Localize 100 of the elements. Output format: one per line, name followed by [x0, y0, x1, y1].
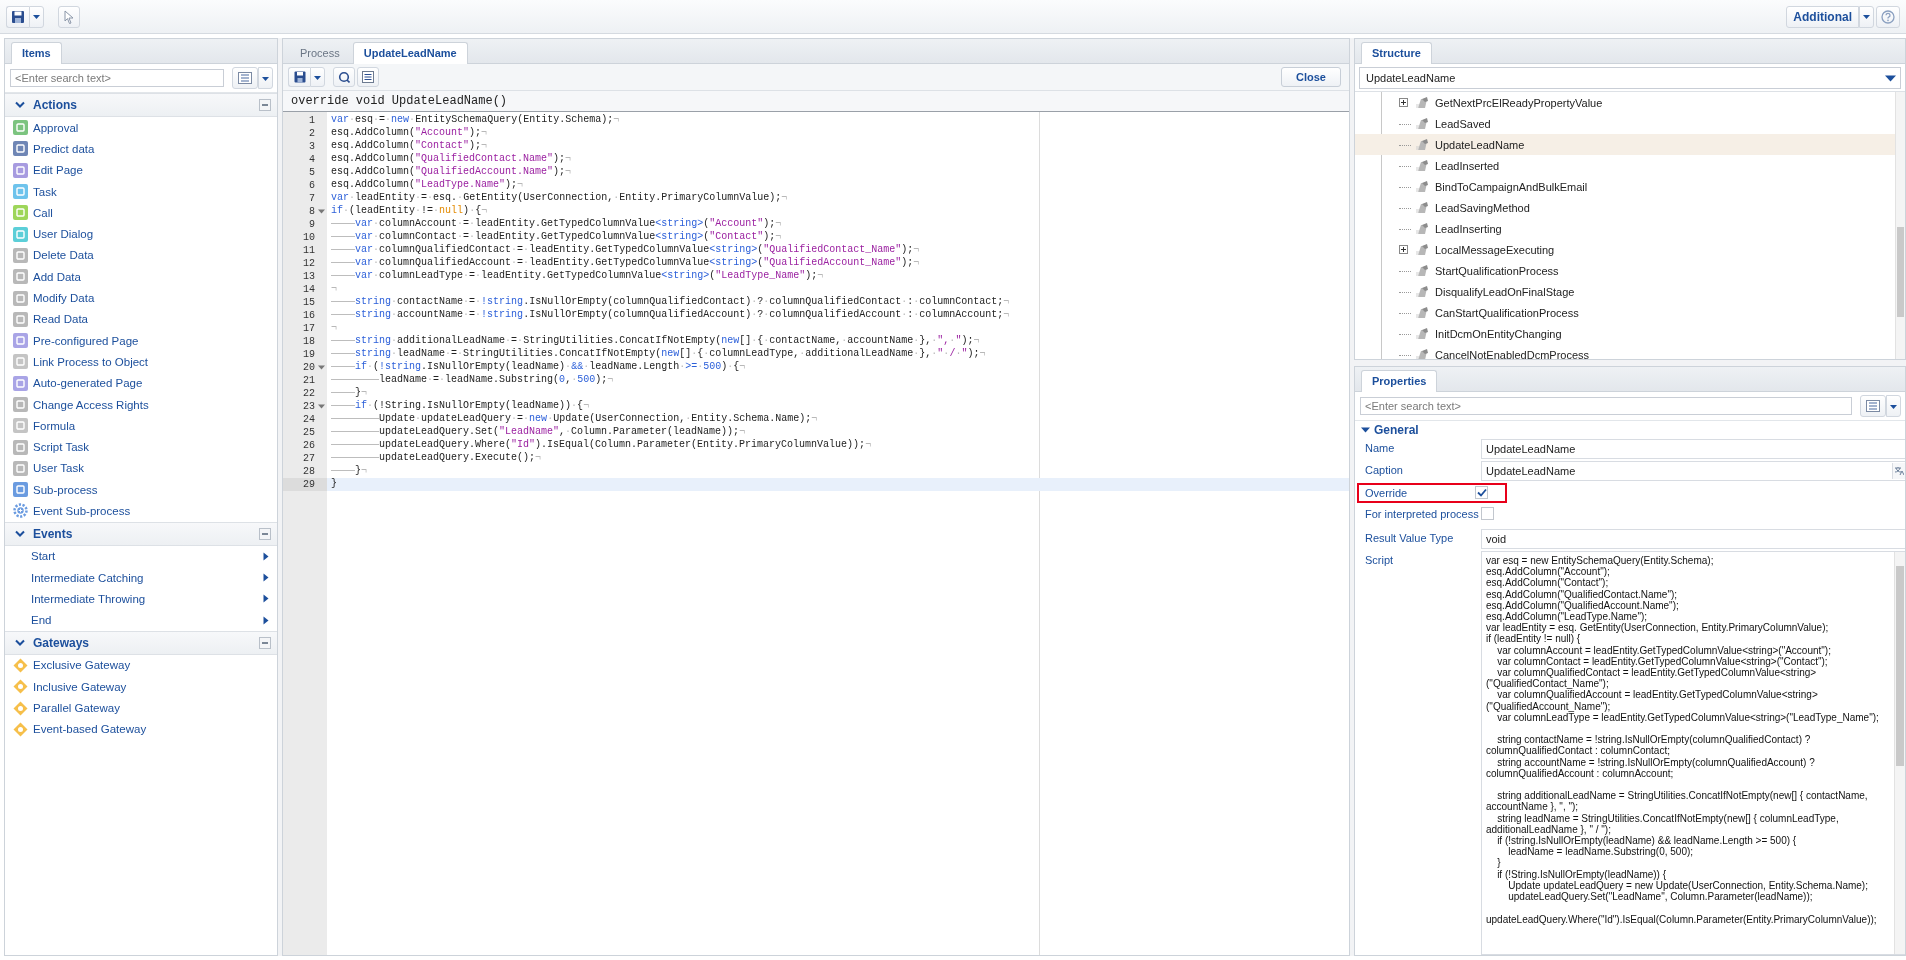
line-number: 12: [303, 258, 315, 269]
tree-node[interactable]: InitDcmOnEntityChanging: [1355, 323, 1895, 344]
item[interactable]: Approval: [5, 117, 277, 139]
code-line: string·additionalLeadName·=·StringUtilities.ConcatIfNotEmpty(new[]·{·contactName,·accountName·},·",·");¬: [327, 335, 980, 348]
group-header[interactable]: Events: [5, 521, 277, 546]
properties-tab[interactable]: Properties: [1361, 370, 1438, 392]
tree-node[interactable]: CancelNotEnabledDcmProcess: [1355, 344, 1895, 359]
item[interactable]: Event Sub-process: [5, 500, 277, 522]
group-header[interactable]: Actions: [5, 93, 277, 117]
line-number: 9: [309, 219, 315, 230]
line-number: 17: [303, 323, 315, 334]
code-line: if·(leadEntity·!=·null)·{¬: [330, 205, 488, 218]
line-number: 14: [303, 284, 315, 295]
item[interactable]: Edit Page: [5, 159, 277, 181]
code-line: esq.AddColumn("QualifiedAccount.Name");¬: [330, 166, 572, 179]
code-line: updateLeadQuery.Set("LeadName",·Column.Parameter(leadName));¬: [327, 426, 746, 439]
line-number: 18: [303, 336, 315, 347]
text-field[interactable]: UpdateLeadName: [1481, 461, 1905, 481]
text-field[interactable]: UpdateLeadName: [1481, 439, 1905, 459]
tree-node[interactable]: LeadInserted: [1355, 155, 1895, 176]
code-line: Update·updateLeadQuery·=·new·Update(UserConnection,·Entity.Schema.Name);¬: [327, 413, 818, 426]
code-line: esq.AddColumn("Account");¬: [330, 127, 488, 140]
item[interactable]: Pre-configured Page: [5, 329, 277, 352]
editor-tab[interactable]: UpdateLeadName: [352, 42, 468, 64]
tree-node[interactable]: CanStartQualificationProcess: [1355, 302, 1895, 323]
line-number: 23: [303, 401, 315, 412]
property-label: Caption: [1364, 463, 1404, 477]
line-number: 1: [309, 115, 315, 126]
tree-node[interactable]: LeadSaved: [1355, 113, 1895, 134]
item[interactable]: Delete Data: [5, 244, 277, 267]
schema-dropdown[interactable]: UpdateLeadName: [1359, 67, 1901, 89]
code-line: esq.AddColumn("Contact");¬: [330, 140, 488, 153]
tree-node[interactable]: LeadSavingMethod: [1355, 197, 1895, 218]
editor-tab[interactable]: Process: [289, 42, 351, 64]
line-number: 16: [303, 310, 315, 321]
item[interactable]: Call: [5, 202, 277, 224]
tree-node[interactable]: LeadInserting: [1355, 218, 1895, 239]
structure-tab[interactable]: Structure: [1361, 42, 1432, 64]
item[interactable]: Script Task: [5, 436, 277, 458]
item[interactable]: Predict data: [5, 138, 277, 160]
line-number: 21: [303, 375, 315, 386]
code-line: string·accountName·=·!string.IsNullOrEmpty(columnQualifiedAccount)·?·columnQualifiedAccount·:·columnAccount;¬: [327, 309, 1010, 322]
item[interactable]: End: [5, 609, 277, 631]
code-line: var·esq·=·new·EntitySchemaQuery(Entity.Schema);¬: [330, 114, 620, 127]
code-line: var·columnAccount·=·leadEntity.GetTypedColumnValue<string>("Account");¬: [327, 218, 782, 231]
item[interactable]: Intermediate Throwing: [5, 588, 277, 610]
group-title: Actions: [33, 98, 78, 112]
property-label: Override: [1364, 486, 1409, 500]
line-number: 11: [303, 245, 315, 256]
tree-node[interactable]: DisqualifyLeadOnFinalStage: [1355, 281, 1895, 302]
item[interactable]: Add Data: [5, 266, 277, 288]
item[interactable]: Link Process to Object: [5, 351, 277, 373]
text-field[interactable]: void: [1481, 529, 1905, 549]
item[interactable]: Change Access Rights: [5, 393, 277, 416]
code-line: var·columnContact·=·leadEntity.GetTypedColumnValue<string>("Contact");¬: [327, 231, 782, 244]
item[interactable]: Inclusive Gateway: [5, 676, 277, 698]
item[interactable]: Event-based Gateway: [5, 718, 277, 740]
item[interactable]: Sub-process: [5, 479, 277, 501]
item[interactable]: Read Data: [5, 308, 277, 330]
line-number: 6: [309, 180, 315, 191]
line-number: 25: [303, 427, 315, 438]
item[interactable]: Auto-generated Page: [5, 372, 277, 394]
items-tab[interactable]: Items: [11, 42, 62, 64]
tree-node[interactable]: BindToCampaignAndBulkEmail: [1355, 176, 1895, 197]
tree-node[interactable]: UpdateLeadName: [1355, 134, 1895, 155]
item[interactable]: Modify Data: [5, 287, 277, 309]
item[interactable]: Formula: [5, 415, 277, 437]
line-number: 4: [309, 154, 315, 165]
property-label: Script: [1364, 553, 1395, 567]
close-button[interactable]: Close: [1281, 67, 1341, 87]
code-line: if·(!string.IsNullOrEmpty(leadName)·&&·leadName.Length·>=·500)·{¬: [327, 361, 746, 374]
line-number: 3: [309, 141, 315, 152]
item[interactable]: User Task: [5, 457, 277, 480]
additional-button[interactable]: Additional: [1786, 5, 1859, 28]
item[interactable]: Start: [5, 545, 277, 567]
item[interactable]: Parallel Gateway: [5, 697, 277, 719]
code-line: updateLeadQuery.Execute();¬: [327, 452, 542, 465]
tree-node[interactable]: LocalMessageExecuting: [1355, 239, 1895, 260]
item[interactable]: Exclusive Gateway: [5, 654, 277, 677]
code-line: var·columnQualifiedContact·=·leadEntity.GetTypedColumnValue<string>("QualifiedContact_Name");¬: [327, 244, 920, 257]
code-line: esq.AddColumn("QualifiedContact.Name");¬: [330, 153, 572, 166]
line-number: 24: [303, 414, 315, 425]
group-title: Events: [33, 526, 74, 541]
item[interactable]: Intermediate Catching: [5, 566, 277, 589]
code-line: ¬: [330, 283, 337, 296]
tree-node[interactable]: StartQualificationProcess: [1355, 260, 1895, 281]
code-line: esq.AddColumn("LeadType.Name");¬: [330, 179, 524, 192]
group-header[interactable]: Gateways: [5, 630, 277, 655]
tree-node[interactable]: GetNextPrcElReadyPropertyValue: [1355, 92, 1895, 113]
item[interactable]: User Dialog: [5, 223, 277, 245]
search-field[interactable]: <Enter search text>: [1360, 397, 1852, 415]
line-number: 28: [303, 466, 315, 477]
code-line: var·columnQualifiedAccount·=·leadEntity.GetTypedColumnValue<string>("QualifiedAccount_Name");¬: [327, 257, 920, 270]
code-line: var·leadEntity·=·esq.·GetEntity(UserConnection,·Entity.PrimaryColumnValue);¬: [330, 192, 788, 205]
search-field[interactable]: <Enter search text>: [10, 69, 224, 87]
code-line: var·columnLeadType·=·leadEntity.GetTypedColumnValue<string>("LeadType_Name");¬: [327, 270, 824, 283]
property-label: Result Value Type: [1364, 531, 1455, 545]
section-header[interactable]: General: [1355, 421, 1905, 439]
line-number: 20: [303, 362, 315, 373]
item[interactable]: Task: [5, 180, 277, 203]
